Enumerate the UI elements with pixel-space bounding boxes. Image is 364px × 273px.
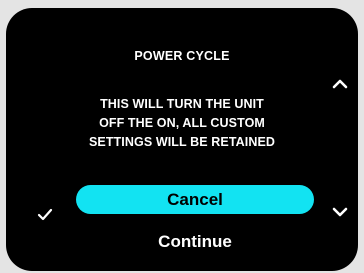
dialog-title: POWER CYCLE <box>134 49 230 63</box>
chevron-up-icon[interactable] <box>329 73 351 95</box>
chevron-down-icon[interactable] <box>329 201 351 223</box>
continue-button[interactable]: Continue <box>76 228 314 256</box>
check-icon[interactable] <box>34 203 56 225</box>
cancel-button[interactable]: Cancel <box>76 185 314 214</box>
message-line: SETTINGS WILL BE RETAINED <box>88 135 276 149</box>
device-frame: POWER CYCLE THIS WILL TURN THE UNIT OFF … <box>0 0 364 273</box>
power-cycle-dialog: POWER CYCLE THIS WILL TURN THE UNIT OFF … <box>6 8 358 271</box>
dialog-message: THIS WILL TURN THE UNIT OFF THE ON, ALL … <box>46 95 318 152</box>
message-line: OFF THE ON, ALL CUSTOM <box>99 116 265 130</box>
message-line: THIS WILL TURN THE UNIT <box>100 97 264 111</box>
